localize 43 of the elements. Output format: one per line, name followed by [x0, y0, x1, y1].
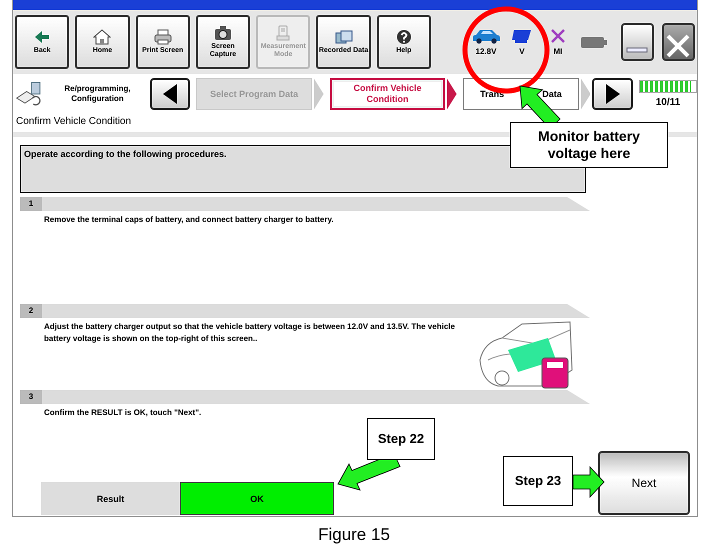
step-text: Confirm the RESULT is OK, touch "Next".: [44, 407, 202, 419]
chevron-icon: [447, 78, 458, 110]
step-tab[interactable]: Confirm Vehicle Condition: [330, 78, 446, 110]
section-label: Re/programming, Configuration: [63, 84, 132, 104]
vi-label: V: [519, 47, 525, 56]
left-arrow-icon: [160, 83, 179, 105]
section-title: Confirm Vehicle Condition: [15, 115, 132, 129]
printer-icon: [154, 29, 172, 45]
minimize-icon: [626, 47, 648, 53]
step-number: 3: [20, 390, 42, 404]
next-button[interactable]: Next: [598, 451, 690, 515]
chevron-icon: [314, 78, 324, 110]
cross-icon: [550, 28, 566, 44]
voltage-reading: 12.8V: [476, 47, 496, 56]
step-text: Adjust the battery charger output so that the vehicle battery voltage is between 12.0V and 13.5V. The vehicle battery voltage is shown on the top-right of this screen..: [44, 321, 456, 345]
step-number: 2: [20, 304, 42, 318]
callout-label: Step 23: [503, 456, 573, 506]
step-number: 1: [20, 197, 42, 211]
car-icon: [470, 28, 501, 44]
close-button[interactable]: [662, 23, 695, 61]
camera-icon: [214, 25, 232, 41]
battery-icon: [580, 35, 608, 49]
result-label: Result: [41, 482, 180, 515]
result-value: OK: [180, 482, 334, 515]
folders-icon: [334, 29, 353, 45]
interface-icon: [510, 28, 533, 44]
progress-count: 10/11: [656, 97, 680, 108]
meter-icon: [274, 25, 292, 41]
minimize-button[interactable]: [620, 23, 654, 61]
right-arrow-icon: [604, 83, 622, 105]
mi-label: MI: [554, 47, 562, 56]
previous-button[interactable]: [150, 78, 190, 110]
callout-label: Step 22: [367, 418, 435, 460]
callout-label: Monitor battery voltage here: [510, 122, 668, 168]
arrow-icon: [33, 29, 52, 45]
help-icon: [394, 29, 413, 45]
close-icon: [665, 33, 692, 59]
pointer-arrow: [572, 466, 605, 498]
chevron-icon: [580, 78, 590, 110]
figure-caption: Figure 15: [317, 525, 391, 545]
next-step-button[interactable]: [592, 78, 633, 110]
home-icon: [93, 29, 112, 45]
step-text: Remove the terminal caps of battery, and connect battery charger to battery.: [44, 214, 335, 226]
